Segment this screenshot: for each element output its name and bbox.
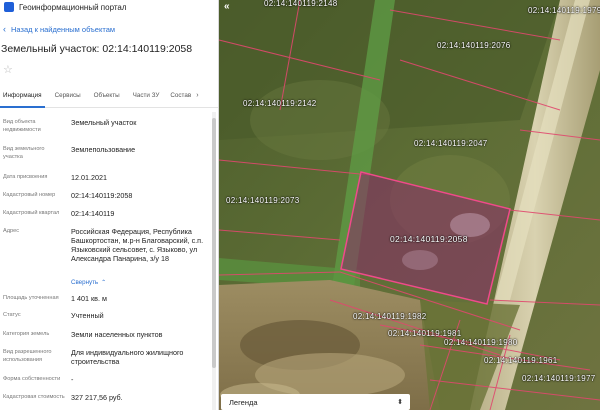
property-label: Кадастровый номер <box>3 192 56 198</box>
panel-scrollbar[interactable] <box>212 112 216 410</box>
tab-composition[interactable]: Состав <box>162 88 194 108</box>
chevron-right-icon[interactable]: › <box>194 88 198 99</box>
property-value: Российская Федерация, Республика Башкорт… <box>71 227 204 263</box>
cadastral-label[interactable]: 02:14:140119:1977 <box>522 374 595 383</box>
tab-parts[interactable]: Части ЗУ <box>123 88 163 108</box>
property-label: Вид разрешенного использования <box>3 349 52 363</box>
legend-label: Легенда <box>229 397 258 407</box>
property-label: Статус <box>3 312 21 318</box>
property-value: Земельный участок <box>71 118 137 127</box>
property-label: Категория земель <box>3 331 50 337</box>
info-tabs: Информация Сервисы Объекты Части ЗУ Сост… <box>0 88 218 108</box>
collapse-address-link[interactable]: Свернуть ⌃ <box>71 279 106 286</box>
cadastral-label[interactable]: 02:14:140119:1982 <box>353 312 426 321</box>
collapse-panel-icon[interactable]: « <box>224 1 230 12</box>
property-label: Адрес <box>3 228 20 234</box>
cadastral-label[interactable]: 02:14:140119:2076 <box>437 41 510 50</box>
property-value: Для индивидуального жилищного строительс… <box>71 348 184 366</box>
property-value: 12.01.2021 <box>71 173 107 182</box>
legend-dropdown[interactable]: Легенда ⬍ <box>221 394 410 410</box>
property-value: 02:14:140119:2058 <box>71 191 133 200</box>
cadastral-label[interactable]: 02:14:140119:2142 <box>243 99 316 108</box>
cadastral-label[interactable]: 02:14:140119:1980 <box>444 338 517 347</box>
collapse-label: Свернуть <box>71 279 99 286</box>
cadastral-label-selected[interactable]: 02:14:140119:2058 <box>390 234 468 244</box>
property-value: Учтенный <box>71 311 104 320</box>
property-label: Кадастровая стоимость <box>3 394 65 400</box>
chevron-left-icon: ‹ <box>3 24 6 34</box>
tab-information[interactable]: Информация <box>0 88 45 108</box>
scrollbar-thumb[interactable] <box>212 118 216 368</box>
chevron-updown-icon: ⬍ <box>397 399 403 406</box>
property-value: 327 217,56 руб. <box>71 393 123 402</box>
portal-title: Геоинформационный портал <box>19 2 127 12</box>
cadastral-label[interactable]: 02:14:140119:2073 <box>226 196 299 205</box>
property-value: Земли населенных пунктов <box>71 330 163 339</box>
property-label: Дата присвоения <box>3 174 48 180</box>
property-label: Форма собственности <box>3 376 61 382</box>
portal-header: Геоинформационный портал <box>0 0 218 14</box>
favorite-star-icon[interactable]: ☆ <box>3 63 13 76</box>
portal-logo-icon <box>4 2 14 12</box>
cadastral-label[interactable]: 02:14:140119:2148 <box>264 0 337 8</box>
object-title: Земельный участок: 02:14:140119:2058 <box>1 43 193 55</box>
tab-objects[interactable]: Объекты <box>84 88 123 108</box>
property-value: - <box>71 375 74 384</box>
back-to-results-link[interactable]: ‹ Назад к найденным объектам <box>3 24 115 34</box>
property-value: 02:14:140119 <box>71 209 115 218</box>
property-label: Вид объекта недвижимости <box>3 119 41 133</box>
property-label: Кадастровый квартал <box>3 210 60 216</box>
object-info-panel: Геоинформационный портал ‹ Назад к найде… <box>0 0 219 410</box>
chevron-up-icon: ⌃ <box>101 280 107 286</box>
cadastral-label[interactable]: 02:14:140119:1961 <box>484 356 557 365</box>
property-label: Площадь уточненная <box>3 295 59 301</box>
cadastral-label[interactable]: 02:14:140119:1981 <box>388 329 461 338</box>
property-value: 1 401 кв. м <box>71 294 107 303</box>
cadastral-label[interactable]: 02:14:140119:1979 <box>528 6 600 15</box>
back-label: Назад к найденным объектам <box>11 24 116 34</box>
property-value: Землепользование <box>71 145 136 154</box>
tab-services[interactable]: Сервисы <box>45 88 84 108</box>
property-label: Вид земельного участка <box>3 146 45 160</box>
cadastral-label[interactable]: 02:14:140119:2047 <box>414 139 487 148</box>
